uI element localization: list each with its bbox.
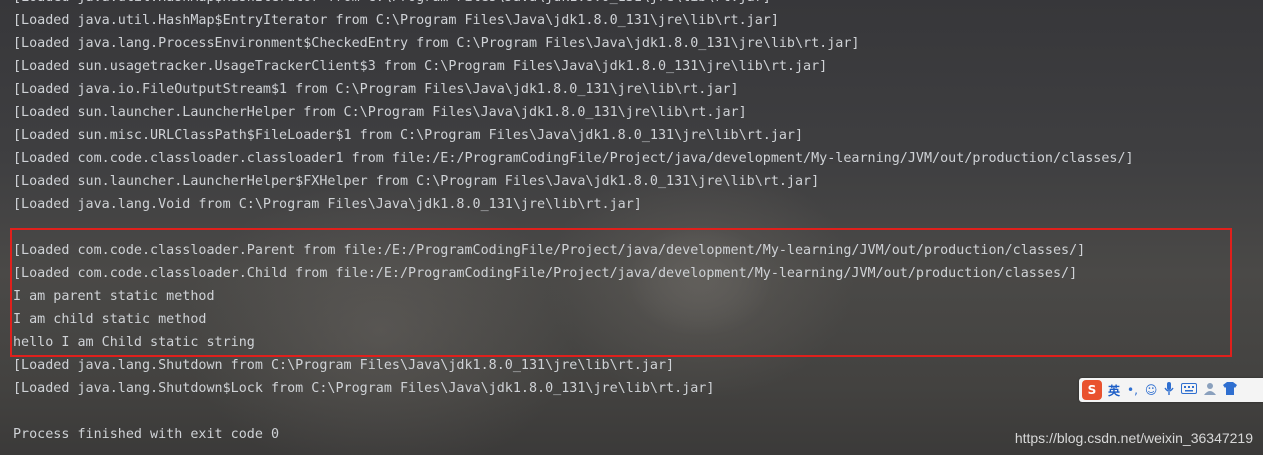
ime-toolbar[interactable]: S 英 •, ☺ [1079,378,1263,402]
ime-language-toggle[interactable]: 英 [1108,382,1120,399]
console-line: I am child static method [13,312,207,327]
console-line: [Loaded com.code.classloader.classloader… [13,151,1134,166]
keyboard-icon[interactable] [1181,383,1198,397]
console-line: [Loaded java.util.HashMap$EntryIterator … [13,13,779,28]
blog-watermark: https://blog.csdn.net/weixin_36347219 [1014,430,1253,446]
console-line: [Loaded java.lang.ProcessEnvironment$Che… [13,36,860,51]
emoji-icon[interactable]: ☺ [1145,383,1158,397]
console-line: [Loaded java.lang.Void from C:\Program F… [13,197,642,212]
console-line: [Loaded java.io.FileOutputStream$1 from … [13,82,739,97]
console-line: [Loaded com.code.classloader.Child from … [13,266,1078,281]
console-line: [Loaded sun.usagetracker.UsageTrackerCli… [13,59,828,74]
console-line: [Loaded java.lang.Shutdown from C:\Progr… [13,358,675,373]
user-icon[interactable] [1204,382,1217,398]
console-line: [Loaded sun.launcher.LauncherHelper$FXHe… [13,174,820,189]
console-line: [Loaded sun.misc.URLClassPath$FileLoader… [13,128,804,143]
skin-icon[interactable] [1223,382,1238,398]
ime-punctuation-toggle[interactable]: •, [1127,383,1138,397]
console-lines: [Loaded java.util.HashMap$HashIterator f… [0,0,1263,446]
console-line: [Loaded java.lang.Shutdown$Lock from C:\… [13,381,715,396]
console-line: [Loaded sun.launcher.LauncherHelper from… [13,105,747,120]
sogou-logo-icon[interactable]: S [1082,380,1102,400]
console-line: hello I am Child static string [13,335,255,350]
console-line: I am parent static method [13,289,215,304]
console-output-panel[interactable]: [Loaded java.util.HashMap$HashIterator f… [0,0,1263,455]
console-line: [Loaded com.code.classloader.Parent from… [13,243,1086,258]
microphone-icon[interactable] [1164,381,1175,399]
console-line: [Loaded java.util.HashMap$HashIterator f… [0,0,1263,9]
